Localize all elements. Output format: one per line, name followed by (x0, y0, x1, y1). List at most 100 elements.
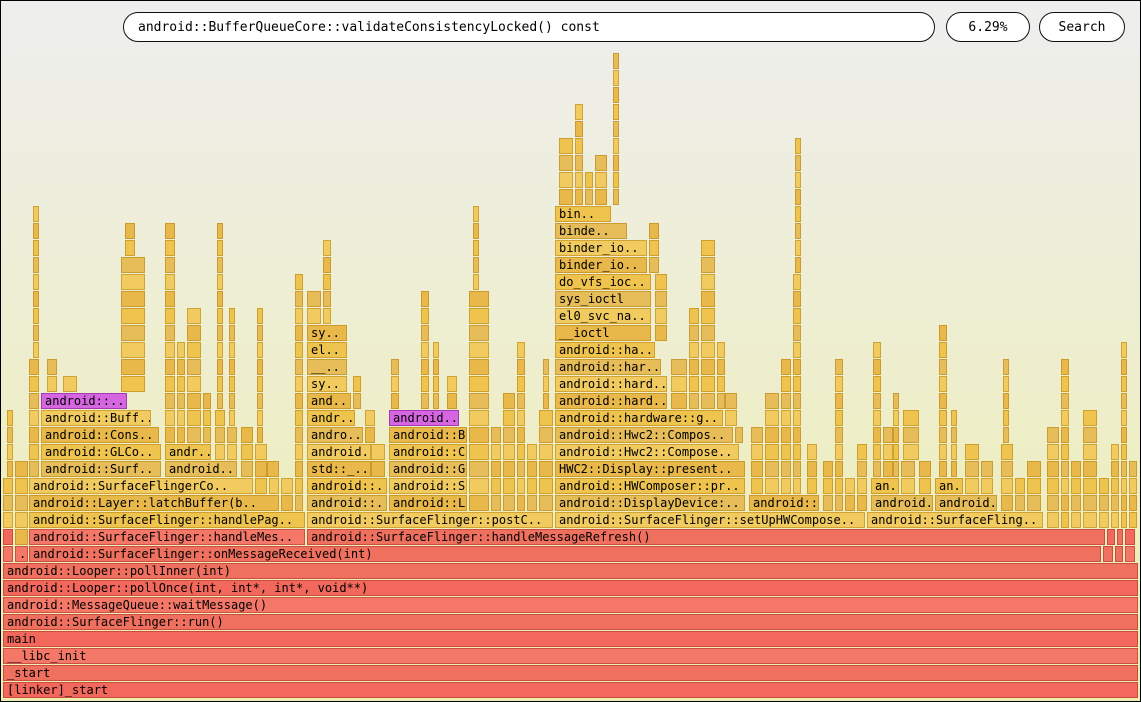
flame-frame-small[interactable] (793, 393, 801, 409)
flame-frame-small[interactable] (765, 478, 779, 494)
flame-frame-small[interactable] (29, 427, 39, 443)
flame-frame-small[interactable] (1099, 478, 1109, 494)
flame-frame-small[interactable] (217, 223, 223, 239)
flame-frame-small[interactable] (33, 325, 39, 341)
flame-frame-small[interactable] (655, 274, 667, 290)
flame-frame-small[interactable] (29, 393, 39, 409)
flame-frame-small[interactable] (391, 359, 399, 375)
flame-frame-small[interactable] (187, 359, 201, 375)
flame-frame-small[interactable] (845, 495, 855, 511)
flame-frame-small[interactable] (295, 342, 303, 358)
flame-frame-small[interactable] (7, 444, 13, 460)
flame-frame-small[interactable] (469, 308, 489, 324)
flame-frame-small[interactable] (517, 393, 525, 409)
flame-frame-small[interactable] (295, 274, 303, 290)
flame-frame-small[interactable] (177, 376, 185, 392)
flame-frame-small[interactable] (503, 478, 515, 494)
flame-frame-small[interactable] (823, 478, 833, 494)
flame-frame-small[interactable] (1083, 444, 1097, 460)
flame-frame-small[interactable] (1061, 359, 1069, 375)
flame-frame[interactable]: android::.. (307, 495, 387, 511)
flame-frame-small[interactable] (165, 427, 175, 443)
flame-frame-small[interactable] (883, 427, 893, 443)
flame-frame-small[interactable] (187, 325, 201, 341)
flame-frame-small[interactable] (217, 308, 223, 324)
flame-frame-small[interactable] (795, 155, 801, 171)
flame-frame-small[interactable] (295, 291, 303, 307)
flame-frame-small[interactable] (217, 393, 223, 409)
flame-frame-small[interactable] (227, 427, 237, 443)
flame-frame-small[interactable] (165, 376, 175, 392)
flame-frame-small[interactable] (1061, 376, 1069, 392)
flame-frame-small[interactable] (371, 461, 385, 477)
flame-frame-small[interactable] (575, 172, 583, 188)
flame-frame-small[interactable] (845, 478, 855, 494)
flame-frame-small[interactable] (121, 274, 145, 290)
flame-frame-small[interactable] (323, 274, 331, 290)
flame-frame-small[interactable] (1129, 478, 1137, 494)
flame-frame-small[interactable] (473, 274, 479, 290)
flame-frame-small[interactable] (689, 325, 699, 341)
flame-frame-small[interactable] (893, 393, 899, 409)
flame-frame[interactable]: main (3, 631, 1138, 647)
flame-frame-small[interactable] (125, 240, 135, 256)
flame-frame-small[interactable] (33, 240, 39, 256)
flame-frame[interactable]: android::Surf.. (41, 461, 161, 477)
flame-frame-small[interactable] (433, 376, 439, 392)
flame-frame-small[interactable] (295, 478, 303, 494)
flame-frame-small[interactable] (517, 478, 525, 494)
flame-frame-small[interactable] (807, 478, 817, 494)
flame-frame[interactable]: an.. (871, 478, 899, 494)
flame-frame-small[interactable] (295, 461, 303, 477)
flame-frame-small[interactable] (469, 342, 489, 358)
flame-frame-small[interactable] (965, 478, 979, 494)
flame-frame-small[interactable] (1083, 478, 1097, 494)
flame-frame-small[interactable] (559, 138, 573, 154)
flame-frame-small[interactable] (229, 342, 235, 358)
flame-frame-small[interactable] (873, 427, 881, 443)
flame-frame-small[interactable] (765, 444, 779, 460)
flame-frame-small[interactable] (15, 495, 28, 511)
flame-frame-small[interactable] (391, 376, 399, 392)
flame-frame-small[interactable] (3, 529, 13, 545)
flame-frame-small[interactable] (781, 461, 791, 477)
flame-frame-small[interactable] (433, 359, 439, 375)
flame-frame[interactable]: __libc_init (3, 648, 1138, 664)
flame-frame-small[interactable] (421, 308, 429, 324)
flame-frame-small[interactable] (575, 121, 583, 137)
flame-frame-small[interactable] (781, 410, 791, 426)
flame-frame[interactable]: android::hard.. (555, 393, 667, 409)
flame-frame[interactable]: an.. (935, 478, 963, 494)
flame-frame-small[interactable] (421, 376, 429, 392)
flame-frame-small[interactable] (717, 342, 725, 358)
flame-frame[interactable]: android::HWComposer::pr.. (555, 478, 745, 494)
flame-frame-small[interactable] (965, 461, 979, 477)
match-percent-button[interactable]: 6.29% (946, 12, 1030, 42)
flame-frame-small[interactable] (689, 308, 699, 324)
flame-frame-small[interactable] (469, 478, 489, 494)
flame-frame-small[interactable] (701, 359, 715, 375)
flame-frame-small[interactable] (121, 325, 145, 341)
flame-frame-small[interactable] (473, 240, 479, 256)
flame-frame-small[interactable] (469, 393, 489, 409)
flame-frame-small[interactable] (765, 393, 779, 409)
flame-frame-small[interactable] (1121, 478, 1127, 494)
flame-frame-small[interactable] (835, 478, 843, 494)
flame-frame-small[interactable] (323, 308, 331, 324)
flame-frame-small[interactable] (751, 478, 763, 494)
flame-frame-small[interactable] (517, 410, 525, 426)
flame-frame-small[interactable] (217, 257, 223, 273)
flame-frame-small[interactable] (793, 308, 801, 324)
flame-frame-small[interactable] (165, 325, 175, 341)
flame-frame-small[interactable] (939, 461, 947, 477)
flame-frame-small[interactable] (517, 495, 525, 511)
flame-frame-small[interactable] (735, 427, 743, 443)
flame-frame-small[interactable] (503, 444, 515, 460)
flame-frame[interactable]: android::Hwc2::Compos.. (555, 427, 733, 443)
flame-frame-small[interactable] (165, 393, 175, 409)
flame-frame-small[interactable] (649, 223, 659, 239)
flame-frame[interactable]: android::L.. (749, 495, 819, 511)
flame-frame[interactable]: android::hardware::g.. (555, 410, 723, 426)
flame-frame-small[interactable] (539, 461, 553, 477)
flame-frame-small[interactable] (1129, 495, 1137, 511)
